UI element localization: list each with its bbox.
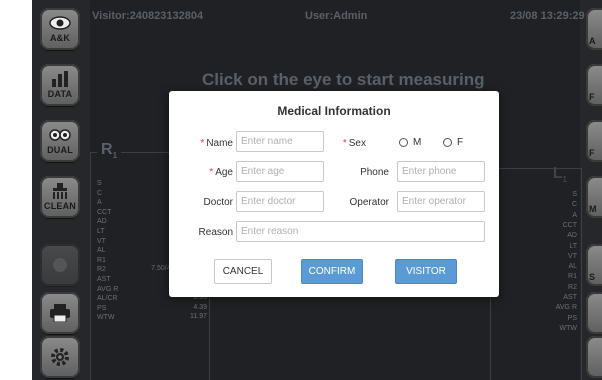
required-mark: * bbox=[200, 138, 205, 149]
measurement-label: WTW bbox=[559, 324, 578, 332]
right-button-6[interactable] bbox=[586, 292, 602, 334]
right-button-7[interactable] bbox=[586, 336, 602, 378]
right-button-1[interactable]: A bbox=[586, 8, 602, 50]
left-eye-tag: L1 bbox=[552, 165, 567, 185]
hand-icon bbox=[49, 257, 71, 273]
reason-label: Reason bbox=[198, 227, 233, 238]
reason-input[interactable] bbox=[236, 221, 485, 242]
phone-input[interactable] bbox=[397, 161, 485, 182]
measurement-label: PS bbox=[567, 314, 577, 322]
bar-chart-icon bbox=[49, 71, 71, 87]
brush-icon bbox=[49, 183, 71, 199]
operator-input[interactable] bbox=[397, 191, 485, 212]
dialog-title: Medical Information bbox=[277, 104, 391, 118]
measurement-label: AL bbox=[568, 263, 577, 271]
data-button[interactable]: DATA bbox=[40, 64, 80, 106]
measurement-value: 4.39 bbox=[193, 303, 207, 311]
data-button-label: DATA bbox=[47, 89, 73, 99]
print-button[interactable] bbox=[40, 292, 80, 334]
touch-button[interactable] bbox=[40, 244, 80, 286]
measurement-label: AD bbox=[97, 218, 107, 226]
measure-prompt: Click on the eye to start measuring bbox=[202, 70, 485, 89]
measurement-label: S bbox=[97, 180, 102, 187]
measurement-label: CCT bbox=[562, 221, 577, 229]
right-button-2[interactable]: F bbox=[586, 64, 602, 106]
measurement-label: C bbox=[571, 201, 577, 209]
current-user: User:Admin bbox=[305, 10, 368, 22]
gear-icon bbox=[49, 348, 71, 366]
measurement-label: PS bbox=[97, 304, 107, 312]
measurement-label: R1 bbox=[97, 256, 106, 264]
datetime: 23/08 13:29:29 bbox=[510, 10, 585, 22]
measurement-label: A bbox=[572, 211, 577, 219]
settings-button[interactable] bbox=[40, 336, 80, 378]
dual-button[interactable]: DUAL bbox=[40, 120, 80, 162]
sex-female-label: F bbox=[457, 137, 464, 148]
measurement-label: WTW bbox=[97, 314, 115, 322]
measurement-label: R2 bbox=[97, 266, 106, 274]
phone-label: Phone bbox=[360, 167, 389, 178]
right-eye-tag: R1 bbox=[97, 141, 122, 161]
radio-circle-icon bbox=[443, 138, 452, 147]
measurement-label: A bbox=[97, 199, 102, 207]
measurement-label: AL bbox=[97, 247, 106, 255]
measurement-label: AVG R bbox=[555, 304, 577, 312]
clean-button-label: CLEAN bbox=[44, 201, 76, 211]
confirm-button[interactable]: CONFIRM bbox=[301, 259, 363, 284]
measurement-label: AST bbox=[97, 276, 111, 283]
required-mark: * bbox=[209, 167, 214, 178]
visitor-id: Visitor:240823132804 bbox=[92, 10, 204, 22]
required-mark: * bbox=[342, 138, 347, 149]
right-button-5-label: S bbox=[589, 272, 596, 282]
measurement-label: R2 bbox=[568, 283, 577, 291]
printer-icon bbox=[49, 304, 71, 322]
doctor-label: Doctor bbox=[203, 197, 233, 208]
medical-info-dialog: Medical Information *Name *Sex M F *Age … bbox=[169, 91, 499, 297]
measurement-label: AST bbox=[563, 294, 577, 301]
sex-label: * Sex bbox=[342, 138, 366, 149]
right-button-1-label: A bbox=[589, 36, 596, 46]
measurement-value: 11.97 bbox=[190, 313, 207, 321]
ak-button-label: A&K bbox=[49, 33, 71, 43]
measurement-label: S bbox=[572, 191, 577, 198]
measurement-label: AD bbox=[567, 232, 577, 240]
measurement-label: C bbox=[97, 189, 103, 197]
operator-label: Operator bbox=[349, 197, 389, 208]
right-button-3-label: F bbox=[589, 148, 595, 158]
right-button-5[interactable]: S bbox=[586, 244, 602, 286]
measurement-label: R1 bbox=[568, 273, 577, 281]
left-eye-panel[interactable]: L1 S C A CCT AD LT VT AL R1 R2 AST AVG R PS WTW bbox=[490, 165, 582, 380]
dual-button-label: DUAL bbox=[47, 145, 73, 155]
age-label: * Age bbox=[209, 167, 233, 178]
right-button-2-label: F bbox=[589, 92, 595, 102]
measurement-label: CCT bbox=[97, 208, 112, 216]
doctor-input[interactable] bbox=[236, 191, 324, 212]
visitor-button[interactable]: VISITOR bbox=[395, 259, 457, 284]
right-button-4[interactable]: M bbox=[586, 176, 602, 218]
right-button-4-label: M bbox=[589, 204, 597, 214]
radio-circle-icon bbox=[399, 138, 408, 147]
measurement-label: AL/CR bbox=[97, 295, 118, 303]
sex-female-radio[interactable]: F bbox=[443, 137, 463, 148]
name-label: * Name bbox=[200, 138, 233, 149]
clean-button[interactable]: CLEAN bbox=[40, 176, 80, 218]
sex-male-radio[interactable]: M bbox=[399, 137, 421, 148]
measurement-label: AVG R bbox=[97, 285, 119, 293]
measurement-label: LT bbox=[569, 242, 577, 250]
age-input[interactable] bbox=[236, 161, 324, 182]
measurement-label: VT bbox=[568, 252, 577, 260]
name-input[interactable] bbox=[236, 131, 324, 152]
measurement-label: VT bbox=[97, 237, 106, 245]
sex-male-label: M bbox=[413, 137, 422, 148]
dual-eye-icon bbox=[49, 127, 71, 143]
ak-button[interactable]: A&K bbox=[40, 8, 80, 50]
right-button-3[interactable]: F bbox=[586, 120, 602, 162]
eye-icon bbox=[49, 15, 71, 31]
cancel-button[interactable]: CANCEL bbox=[214, 259, 272, 284]
measurement-label: LT bbox=[97, 228, 105, 235]
